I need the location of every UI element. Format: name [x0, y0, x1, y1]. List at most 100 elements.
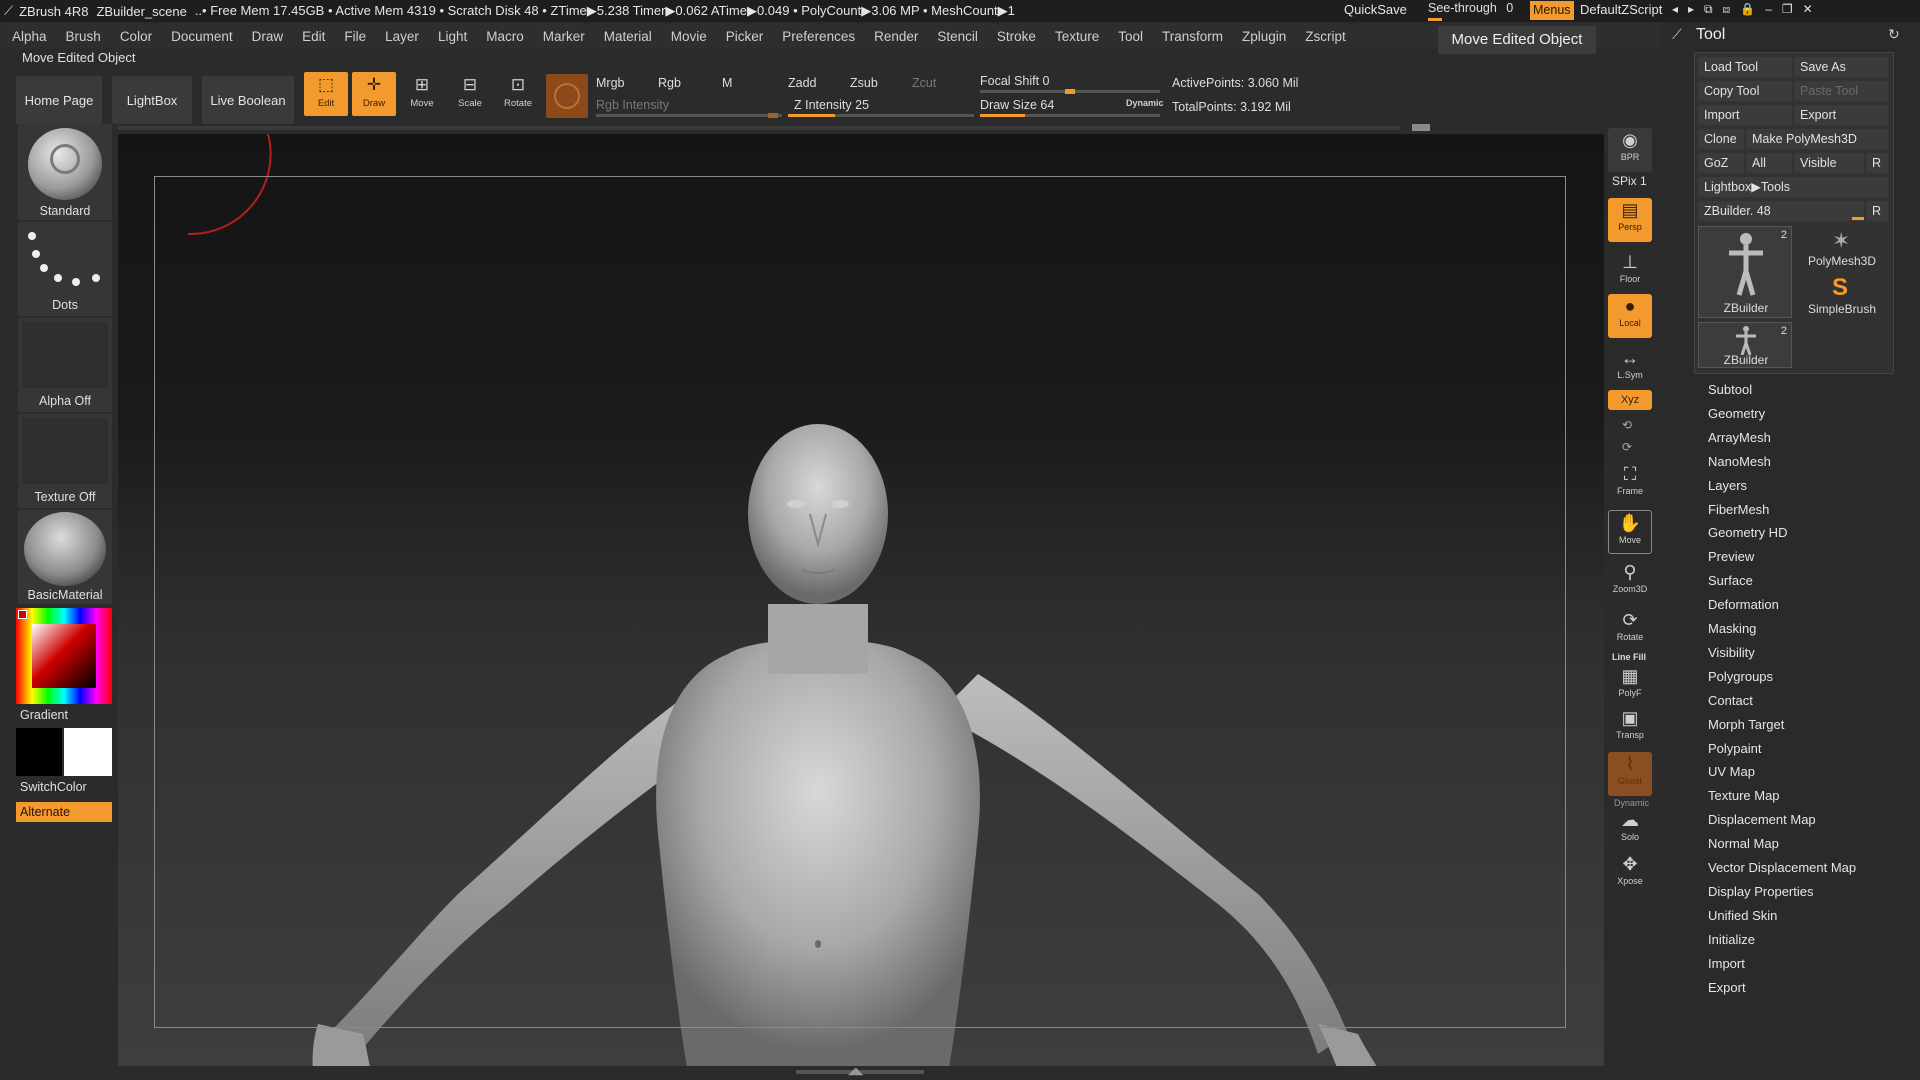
- mrgb-button[interactable]: Mrgb: [596, 76, 624, 90]
- xyz-button[interactable]: Xyz: [1608, 390, 1652, 410]
- main-color-swatch[interactable]: [18, 610, 27, 619]
- layout-icon[interactable]: ⧉: [1704, 2, 1723, 16]
- menu-material[interactable]: Material: [604, 29, 652, 44]
- subpalette-polypaint[interactable]: Polypaint: [1708, 741, 1761, 756]
- minimize-icon[interactable]: –: [1765, 2, 1782, 16]
- swap-icon[interactable]: ⧈: [1723, 2, 1741, 16]
- local-button[interactable]: ● Local: [1608, 294, 1652, 338]
- menu-color[interactable]: Color: [120, 29, 152, 44]
- spix-slider[interactable]: SPix 1: [1612, 174, 1647, 188]
- scale-button[interactable]: ⊟ Scale: [448, 72, 492, 116]
- zcut-button[interactable]: Zcut: [912, 76, 936, 90]
- menu-alpha[interactable]: Alpha: [12, 29, 47, 44]
- lsym-button[interactable]: ↔ L.Sym: [1608, 346, 1652, 382]
- zadd-button[interactable]: Zadd: [788, 76, 817, 90]
- menu-edit[interactable]: Edit: [302, 29, 325, 44]
- menu-file[interactable]: File: [344, 29, 366, 44]
- subpalette-masking[interactable]: Masking: [1708, 621, 1756, 636]
- material-slot[interactable]: BasicMaterial: [18, 510, 112, 604]
- tray-arrows-icon[interactable]: ◂▸: [1672, 2, 1704, 16]
- menu-texture[interactable]: Texture: [1055, 29, 1099, 44]
- subpalette-layers[interactable]: Layers: [1708, 478, 1747, 493]
- subpalette-fibermesh[interactable]: FiberMesh: [1708, 502, 1769, 517]
- menu-stroke[interactable]: Stroke: [997, 29, 1036, 44]
- brush-slot[interactable]: Standard: [18, 124, 112, 220]
- menu-document[interactable]: Document: [171, 29, 233, 44]
- scroll-handle[interactable]: [1412, 124, 1430, 131]
- menu-layer[interactable]: Layer: [385, 29, 419, 44]
- tool-thumb-polymesh3d[interactable]: ✶ PolyMesh3D: [1796, 226, 1888, 270]
- home-page-button[interactable]: Home Page: [16, 76, 102, 124]
- copy-tool-button[interactable]: Copy Tool: [1698, 81, 1792, 101]
- gradient-label[interactable]: Gradient: [20, 708, 68, 722]
- close-icon[interactable]: ✕: [1803, 2, 1823, 16]
- color-picker-square[interactable]: [32, 624, 96, 688]
- zoom3d-button[interactable]: ⚲ Zoom3D: [1608, 560, 1652, 600]
- menu-light[interactable]: Light: [438, 29, 467, 44]
- subpalette-deformation[interactable]: Deformation: [1708, 597, 1779, 612]
- menu-picker[interactable]: Picker: [726, 29, 764, 44]
- lock-icon[interactable]: 🔒: [1740, 2, 1765, 16]
- export-button[interactable]: Export: [1794, 105, 1888, 125]
- focal-shift-track[interactable]: [980, 89, 1160, 94]
- subpalette-surface[interactable]: Surface: [1708, 573, 1753, 588]
- lightbox-button[interactable]: LightBox: [112, 76, 192, 124]
- menu-macro[interactable]: Macro: [486, 29, 524, 44]
- subpalette-preview[interactable]: Preview: [1708, 549, 1754, 564]
- focal-shift-knob[interactable]: [1065, 89, 1075, 94]
- menu-zscript[interactable]: Zscript: [1305, 29, 1346, 44]
- menu-brush[interactable]: Brush: [66, 29, 101, 44]
- default-zscript[interactable]: DefaultZScript: [1580, 2, 1662, 17]
- goz-r-button[interactable]: R: [1866, 153, 1888, 173]
- draw-button[interactable]: ✛ Draw: [352, 72, 396, 116]
- menu-render[interactable]: Render: [874, 29, 918, 44]
- rgb-button[interactable]: Rgb: [658, 76, 681, 90]
- xpose-button[interactable]: ✥ Xpose: [1608, 852, 1652, 892]
- zsub-button[interactable]: Zsub: [850, 76, 878, 90]
- subpalette-contact[interactable]: Contact: [1708, 693, 1753, 708]
- menu-transform[interactable]: Transform: [1162, 29, 1223, 44]
- menu-stencil[interactable]: Stencil: [937, 29, 978, 44]
- secondary-color-swatch[interactable]: [16, 728, 62, 776]
- rotate-view-button[interactable]: ⟳ Rotate: [1608, 608, 1652, 648]
- menus-toggle[interactable]: Menus: [1530, 1, 1574, 20]
- subpalette-import[interactable]: Import: [1708, 956, 1745, 971]
- zbuilder-slider-knob[interactable]: [1852, 217, 1864, 220]
- alpha-slot[interactable]: Alpha Off: [18, 318, 112, 412]
- m-button[interactable]: M: [722, 76, 732, 90]
- polyf-button[interactable]: ▦ PolyF: [1608, 664, 1652, 700]
- subpalette-display-properties[interactable]: Display Properties: [1708, 884, 1814, 899]
- palette-dock-icon[interactable]: ↻: [1888, 26, 1900, 43]
- subpalette-geometry-hd[interactable]: Geometry HD: [1708, 525, 1787, 540]
- subpalette-arraymesh[interactable]: ArrayMesh: [1708, 430, 1771, 445]
- make-polymesh-button[interactable]: Make PolyMesh3D: [1746, 129, 1888, 149]
- subpalette-visibility[interactable]: Visibility: [1708, 645, 1755, 660]
- material-swatch-button[interactable]: [546, 74, 588, 118]
- subpalette-initialize[interactable]: Initialize: [1708, 932, 1755, 947]
- subpalette-displacement-map[interactable]: Displacement Map: [1708, 812, 1816, 827]
- menu-zplugin[interactable]: Zplugin: [1242, 29, 1286, 44]
- persp-button[interactable]: ▤ Persp: [1608, 198, 1652, 242]
- lightbox-tools-button[interactable]: Lightbox▶Tools: [1698, 177, 1888, 197]
- tool-thumb-zbuilder[interactable]: 2 ZBuilder: [1698, 226, 1792, 318]
- dynamic-toggle[interactable]: Dynamic: [1126, 98, 1164, 108]
- subpalette-unified-skin[interactable]: Unified Skin: [1708, 908, 1777, 923]
- move-button[interactable]: ⊞ Move: [400, 72, 444, 116]
- load-tool-button[interactable]: Load Tool: [1698, 57, 1792, 77]
- frame-button[interactable]: ⛶ Frame: [1608, 462, 1652, 502]
- menu-movie[interactable]: Movie: [671, 29, 707, 44]
- goz-visible-button[interactable]: Visible: [1794, 153, 1864, 173]
- goz-button[interactable]: GoZ: [1698, 153, 1744, 173]
- menu-tool[interactable]: Tool: [1118, 29, 1143, 44]
- focal-shift-slider[interactable]: Focal Shift 0: [980, 74, 1049, 88]
- tray-toggle-icon[interactable]: ◢◣: [848, 1066, 863, 1077]
- menu-draw[interactable]: Draw: [252, 29, 284, 44]
- subpalette-texture-map[interactable]: Texture Map: [1708, 788, 1780, 803]
- menu-preferences[interactable]: Preferences: [782, 29, 855, 44]
- subpalette-morph-target[interactable]: Morph Target: [1708, 717, 1784, 732]
- goz-all-button[interactable]: All: [1746, 153, 1792, 173]
- rgb-intensity-knob[interactable]: [768, 113, 778, 118]
- subpalette-export[interactable]: Export: [1708, 980, 1746, 995]
- quicksave-button[interactable]: QuickSave: [1344, 2, 1407, 17]
- subpalette-polygroups[interactable]: Polygroups: [1708, 669, 1773, 684]
